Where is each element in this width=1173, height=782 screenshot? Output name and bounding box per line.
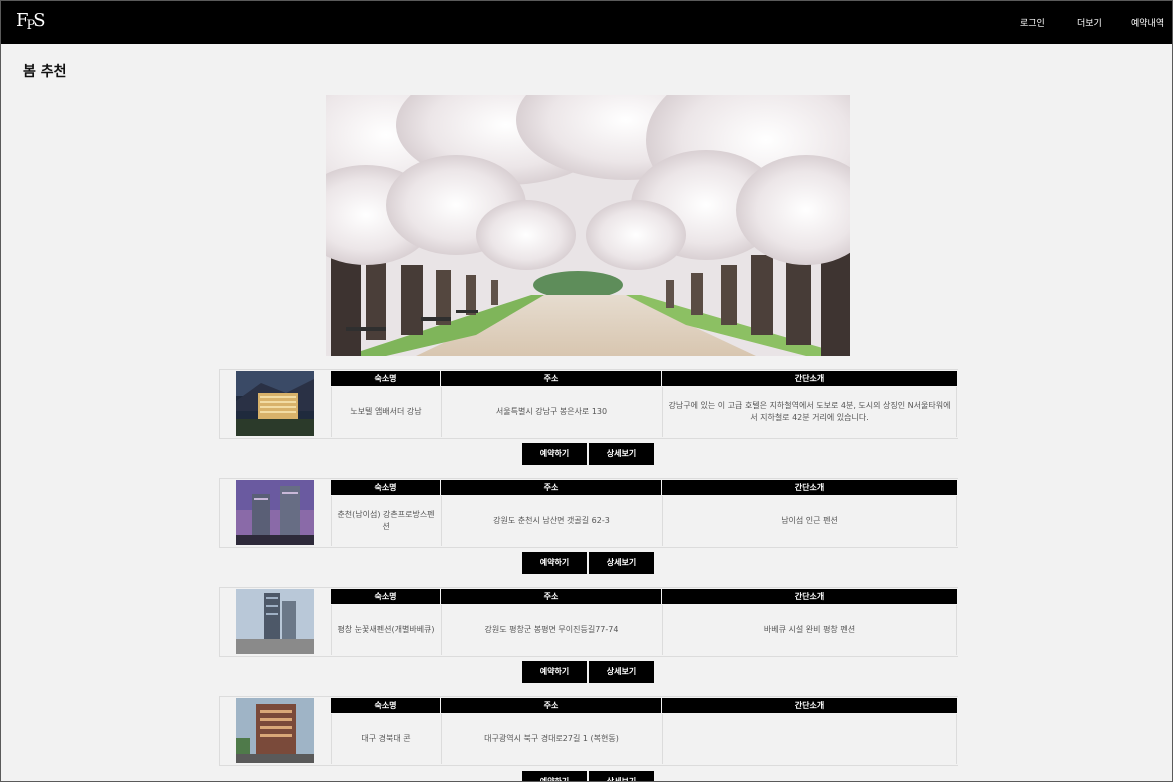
listing-name: 노보텔 앰배서더 강남 [331,387,440,437]
listing-card: 숙소명 주소 간단소개 노보텔 앰배서더 강남 서울특별시 강남구 봉은사로 1… [219,369,958,439]
listing-name: 평창 눈꽃새펜션(개별바베큐) [331,605,440,655]
listing-thumbnail-image[interactable] [236,589,314,654]
listing-intro [662,714,957,764]
logo-letter-1: F [16,10,28,31]
top-navbar: FPS 로그인 더보기 예약내역 [1,1,1172,44]
reserve-button[interactable]: 예약하기 [522,443,587,465]
listing-address: 강원도 평창군 봉평면 무이진등길77-74 [441,605,661,655]
detail-button[interactable]: 상세보기 [589,771,654,781]
logo-letter-3: S [33,10,45,31]
detail-button[interactable]: 상세보기 [589,443,654,465]
header-address: 주소 [441,480,661,495]
listing-card: 숙소명 주소 간단소개 평창 눈꽃새펜션(개별바베큐) 강원도 평창군 봉평면 … [219,587,958,657]
detail-button[interactable]: 상세보기 [589,661,654,683]
header-intro: 간단소개 [662,589,957,604]
listing-thumbnail-image[interactable] [236,480,314,545]
header-address: 주소 [441,371,661,386]
header-name: 숙소명 [331,371,440,386]
page-title: 봄 추천 [23,64,67,80]
listing-address: 대구광역시 북구 경대로27길 1 (복현동) [441,714,661,764]
header-name: 숙소명 [331,698,440,713]
hero-cherry-blossom-image [326,95,850,356]
listing-card: 숙소명 주소 간단소개 대구 경북대 콘 대구광역시 북구 경대로27길 1 (… [219,696,958,766]
listing-address: 서울특별시 강남구 봉은사로 130 [441,387,661,437]
site-logo[interactable]: FPS [16,10,46,33]
nav-reservations-link[interactable]: 예약내역 [1131,16,1164,29]
header-address: 주소 [441,589,661,604]
detail-button[interactable]: 상세보기 [589,552,654,574]
listing-name: 대구 경북대 콘 [331,714,440,764]
reserve-button[interactable]: 예약하기 [522,661,587,683]
reserve-button[interactable]: 예약하기 [522,771,587,781]
listing-intro: 남이섬 인근 펜션 [662,496,957,546]
header-intro: 간단소개 [662,480,957,495]
listing-thumbnail-image[interactable] [236,698,314,763]
listing-thumbnail-image[interactable] [236,371,314,436]
header-intro: 간단소개 [662,698,957,713]
listing-address: 강원도 춘천시 남산면 갯골길 62-3 [441,496,661,546]
listing-intro: 바베큐 시설 완비 평창 펜션 [662,605,957,655]
page-frame: FPS 로그인 더보기 예약내역 봄 추천 숙소명 주소 간단소개 노보텔 앰배… [0,0,1173,782]
listing-name: 춘천(남이섬) 강촌프로방스펜션 [331,496,440,546]
header-name: 숙소명 [331,480,440,495]
header-name: 숙소명 [331,589,440,604]
listing-card: 숙소명 주소 간단소개 춘천(남이섬) 강촌프로방스펜션 강원도 춘천시 남산면… [219,478,958,548]
nav-more-link[interactable]: 더보기 [1077,16,1102,29]
header-intro: 간단소개 [662,371,957,386]
reserve-button[interactable]: 예약하기 [522,552,587,574]
listing-intro: 강남구에 있는 이 고급 호텔은 지하철역에서 도보로 4분, 도시의 상징인 … [662,387,957,437]
nav-login-link[interactable]: 로그인 [1020,16,1045,29]
header-address: 주소 [441,698,661,713]
